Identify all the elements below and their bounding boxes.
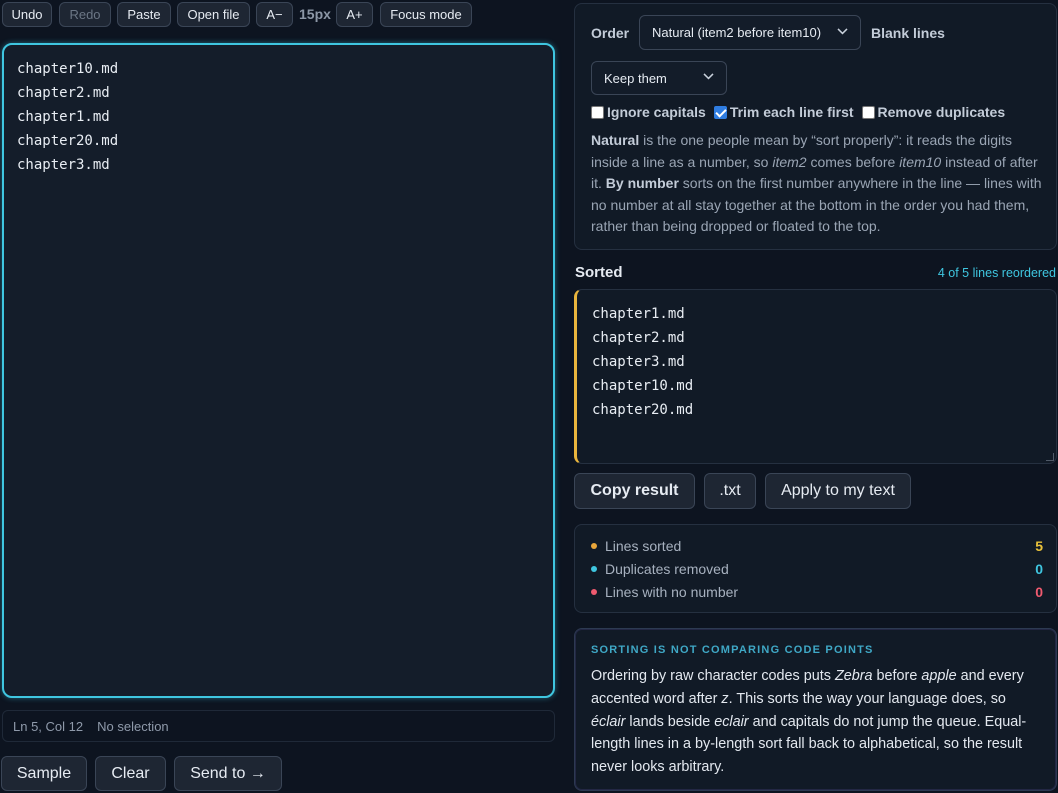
- stat-value: 5: [1035, 538, 1043, 554]
- editor-line: chapter1.md: [17, 109, 110, 125]
- note-example: apple: [921, 668, 957, 684]
- editor-status-bar: Ln 5, Col 12 No selection: [2, 710, 555, 742]
- sorted-title: Sorted: [575, 264, 623, 281]
- order-help-text: Natural is the one people mean by “sort …: [591, 130, 1043, 238]
- checkbox-box[interactable]: [591, 105, 604, 119]
- stat-label: Lines sorted: [605, 538, 682, 554]
- resize-handle[interactable]: [1046, 453, 1054, 461]
- checkbox-label: Remove duplicates: [877, 104, 1006, 120]
- stat-value: 0: [1035, 584, 1043, 600]
- output-line: chapter1.md: [592, 306, 685, 322]
- checkbox-box[interactable]: [713, 105, 727, 119]
- paste-button[interactable]: Paste: [117, 2, 171, 27]
- checkbox-label: Ignore capitals: [607, 104, 706, 120]
- help-example: item10: [899, 153, 942, 170]
- order-select-value: Natural (item2 before item10): [652, 25, 822, 40]
- font-size-readout: 15px: [299, 6, 331, 22]
- stat-label: Duplicates removed: [605, 561, 729, 577]
- increase-font-button[interactable]: A+: [336, 2, 373, 27]
- editor-line: chapter10.md: [17, 61, 119, 77]
- checkbox-label: Trim each line first: [729, 104, 854, 120]
- selection-status: No selection: [97, 718, 169, 734]
- help-term: Natural: [591, 132, 640, 148]
- editor-line: chapter2.md: [17, 85, 110, 101]
- stats-panel: Lines sorted 5 Duplicates removed 0 Line…: [574, 524, 1057, 613]
- blank-lines-select[interactable]: Keep them: [591, 61, 727, 95]
- undo-button[interactable]: Undo: [2, 2, 52, 27]
- help-text: comes before: [806, 153, 900, 170]
- dot-icon: [591, 566, 597, 572]
- open-file-button[interactable]: Open file: [177, 2, 250, 27]
- download-txt-button[interactable]: .txt: [704, 473, 756, 509]
- note-text: lands beside: [625, 713, 715, 730]
- info-note: SORTING IS NOT COMPARING CODE POINTS Ord…: [574, 628, 1057, 791]
- stat-value: 0: [1035, 561, 1043, 577]
- ignore-capitals-checkbox[interactable]: Ignore capitals: [591, 104, 706, 120]
- input-editor[interactable]: chapter10.md chapter2.md chapter1.md cha…: [2, 43, 555, 698]
- editor-line: chapter20.md: [17, 133, 119, 149]
- apply-button[interactable]: Apply to my text: [765, 473, 911, 509]
- redo-button[interactable]: Redo: [59, 2, 111, 27]
- remove-duplicates-checkbox[interactable]: Remove duplicates: [861, 104, 1006, 120]
- cursor-position: Ln 5, Col 12: [13, 718, 84, 734]
- dot-icon: [591, 543, 597, 549]
- stat-duplicates-removed: Duplicates removed 0: [591, 561, 1043, 577]
- output-line: chapter3.md: [592, 354, 685, 370]
- note-body: Ordering by raw character codes puts Zeb…: [591, 665, 1043, 779]
- help-term: By number: [605, 175, 679, 191]
- note-text: Ordering by raw character codes puts: [591, 668, 835, 684]
- stat-no-number: Lines with no number 0: [591, 584, 1043, 600]
- output-line: chapter10.md: [592, 378, 694, 394]
- note-example: éclair: [591, 713, 626, 730]
- sample-button[interactable]: Sample: [1, 756, 87, 791]
- note-title: SORTING IS NOT COMPARING CODE POINTS: [591, 644, 874, 656]
- focus-mode-button[interactable]: Focus mode: [380, 2, 472, 27]
- stat-label: Lines with no number: [605, 584, 739, 600]
- dot-icon: [591, 589, 597, 595]
- editor-line: chapter3.md: [17, 157, 110, 173]
- clear-button[interactable]: Clear: [95, 756, 166, 791]
- reordered-count: 4 of 5 lines reordered: [937, 266, 1056, 280]
- output-line: chapter20.md: [592, 402, 694, 418]
- note-example: eclair: [714, 713, 749, 730]
- order-select[interactable]: Natural (item2 before item10): [639, 15, 861, 50]
- note-example: Zebra: [834, 668, 873, 684]
- trim-lines-checkbox[interactable]: Trim each line first: [713, 104, 854, 120]
- checkbox-box[interactable]: [861, 105, 875, 119]
- copy-result-button[interactable]: Copy result: [574, 473, 695, 509]
- help-example: item2: [772, 153, 807, 170]
- decrease-font-button[interactable]: A−: [256, 2, 293, 27]
- order-label: Order: [591, 25, 630, 41]
- send-to-button[interactable]: Send to →: [174, 756, 282, 791]
- blank-lines-label: Blank lines: [871, 25, 945, 41]
- stat-lines-sorted: Lines sorted 5: [591, 538, 1043, 554]
- note-example: z: [721, 690, 729, 707]
- sort-options-panel: Order Natural (item2 before item10) Blan…: [574, 3, 1057, 250]
- note-text: before: [872, 668, 922, 684]
- chevron-down-icon: [837, 26, 848, 37]
- output-line: chapter2.md: [592, 330, 685, 346]
- option-checkboxes: Ignore capitals Trim each line first Rem…: [591, 104, 1005, 120]
- note-text: . This sorts the way your language does,…: [728, 690, 1006, 707]
- chevron-down-icon: [703, 72, 714, 83]
- sorted-output[interactable]: chapter1.md chapter2.md chapter3.md chap…: [574, 289, 1057, 464]
- blank-lines-select-value: Keep them: [604, 70, 667, 86]
